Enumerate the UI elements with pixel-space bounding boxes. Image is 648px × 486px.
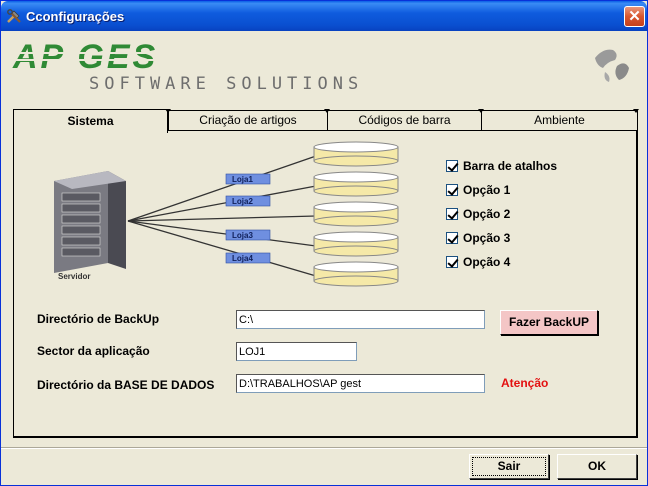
checkbox-checked-icon[interactable] xyxy=(446,160,458,172)
tab-ambiente[interactable]: Ambiente xyxy=(481,110,638,131)
database-cylinder xyxy=(313,201,399,227)
checkbox-barra-atalhos[interactable]: Barra de atalhos xyxy=(446,159,557,173)
svg-text:Loja4: Loja4 xyxy=(232,254,253,263)
connection-lines xyxy=(127,155,317,277)
window-title: Cconfigurações xyxy=(26,9,125,24)
do-backup-button[interactable]: Fazer BackUP xyxy=(500,310,598,335)
link-label-loja3: Loja3 xyxy=(225,229,271,241)
server-icon xyxy=(54,171,126,273)
logo-name: AP GES xyxy=(12,38,158,76)
checkbox-label: Opção 3 xyxy=(463,231,511,245)
checkbox-label: Barra de atalhos xyxy=(463,159,558,173)
company-logo: AP GES SOFTWARE SOLUTIONS xyxy=(11,38,631,94)
tab-criacao-artigos[interactable]: Criação de artigos xyxy=(168,110,328,131)
backup-directory-label: Directório de BackUp xyxy=(37,312,160,326)
title-bar[interactable]: Cconfigurações ✕ xyxy=(1,1,647,31)
checkbox-label: Opção 2 xyxy=(463,207,511,221)
checkbox-opcao-1[interactable]: Opção 1 xyxy=(446,183,510,197)
checkbox-opcao-3[interactable]: Opção 3 xyxy=(446,231,510,245)
exit-button[interactable]: Sair xyxy=(469,454,549,479)
tab-codigos-barra[interactable]: Códigos de barra xyxy=(327,110,482,131)
tab-divider xyxy=(165,109,171,113)
ok-button[interactable]: OK xyxy=(557,454,637,479)
svg-text:Loja1: Loja1 xyxy=(232,175,253,184)
network-diagram: Servidor Loja1 Loja2 Loja3 Loja4 xyxy=(54,141,399,287)
warning-text: Atenção xyxy=(501,376,549,390)
tools-icon xyxy=(7,9,21,23)
checkbox-opcao-4[interactable]: Opção 4 xyxy=(446,255,510,269)
close-button[interactable]: ✕ xyxy=(624,6,645,27)
logo-tagline: SOFTWARE SOLUTIONS xyxy=(89,74,363,94)
database-directory-label: Directório da BASE DE DADOS xyxy=(37,378,215,392)
checkbox-label: Opção 1 xyxy=(463,183,511,197)
logo-banner: AP GES SOFTWARE SOLUTIONS xyxy=(1,31,647,103)
tab-divider xyxy=(633,109,639,113)
tab-divider xyxy=(478,109,484,113)
database-cylinder xyxy=(313,231,399,257)
server-label: Servidor xyxy=(58,272,90,281)
database-cylinder xyxy=(313,141,399,167)
checkbox-checked-icon[interactable] xyxy=(446,256,458,268)
checkbox-checked-icon[interactable] xyxy=(446,208,458,220)
svg-text:Loja2: Loja2 xyxy=(232,197,253,206)
tab-divider xyxy=(324,109,330,113)
sector-input[interactable] xyxy=(236,342,357,361)
link-label-loja4: Loja4 xyxy=(225,252,271,264)
footer-divider xyxy=(1,447,647,449)
config-window: Cconfigurações ✕ AP GES SOFTWARE SOLUTIO… xyxy=(0,0,648,486)
link-label-loja2: Loja2 xyxy=(225,195,271,207)
link-label-loja1: Loja1 xyxy=(225,173,271,185)
globe-icon xyxy=(591,44,631,84)
database-cylinder xyxy=(313,261,399,287)
backup-directory-input[interactable] xyxy=(236,310,485,329)
checkbox-checked-icon[interactable] xyxy=(446,184,458,196)
tab-sistema[interactable]: Sistema xyxy=(13,109,168,133)
svg-text:Loja3: Loja3 xyxy=(232,231,253,240)
checkbox-label: Opção 4 xyxy=(463,255,511,269)
sector-label: Sector da aplicação xyxy=(37,344,150,358)
checkbox-checked-icon[interactable] xyxy=(446,232,458,244)
checkbox-opcao-2[interactable]: Opção 2 xyxy=(446,207,510,221)
database-directory-input[interactable] xyxy=(236,374,485,393)
database-cylinder xyxy=(313,171,399,197)
